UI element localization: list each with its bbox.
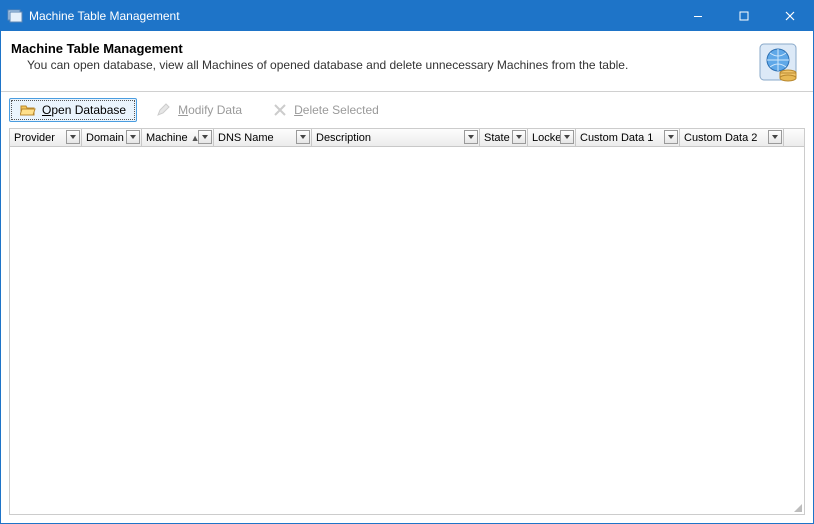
delete-x-icon	[272, 102, 288, 118]
column-header[interactable]: Machine▲	[142, 129, 214, 146]
maximize-button[interactable]	[721, 1, 767, 31]
window-title: Machine Table Management	[29, 9, 675, 23]
column-label: Machine	[146, 132, 188, 144]
filter-dropdown-icon[interactable]	[296, 130, 310, 144]
column-header[interactable]: Domain	[82, 129, 142, 146]
modify-data-label: Modify Data	[178, 103, 242, 117]
app-window: Machine Table Management Machine Table M…	[0, 0, 814, 524]
column-header[interactable]: Custom Data 1	[576, 129, 680, 146]
filter-dropdown-icon[interactable]	[664, 130, 678, 144]
close-button[interactable]	[767, 1, 813, 31]
modify-data-button: Modify Data	[145, 98, 253, 122]
column-header[interactable]: State	[480, 129, 528, 146]
column-header[interactable]: Provider	[10, 129, 82, 146]
filter-dropdown-icon[interactable]	[126, 130, 140, 144]
column-label: Description	[316, 132, 371, 144]
filter-dropdown-icon[interactable]	[66, 130, 80, 144]
app-icon	[7, 8, 23, 24]
folder-open-icon	[20, 102, 36, 118]
column-label: State	[484, 132, 510, 144]
column-header[interactable]: Custom Data 2	[680, 129, 784, 146]
column-label: Custom Data 2	[684, 132, 757, 144]
filter-dropdown-icon[interactable]	[768, 130, 782, 144]
pencil-icon	[156, 102, 172, 118]
titlebar[interactable]: Machine Table Management	[1, 1, 813, 31]
open-database-label: Open Database	[42, 103, 126, 117]
filter-dropdown-icon[interactable]	[560, 130, 574, 144]
column-header[interactable]: Description	[312, 129, 480, 146]
data-grid[interactable]: Provider Domain Machine▲ DNS Name Descriptio…	[9, 128, 805, 515]
column-headers: Provider Domain Machine▲ DNS Name Descriptio…	[10, 129, 804, 147]
column-label: Provider	[14, 132, 55, 144]
page-title: Machine Table Management	[11, 41, 747, 56]
filter-dropdown-icon[interactable]	[198, 130, 212, 144]
column-label: Custom Data 1	[580, 132, 653, 144]
column-header[interactable]: Locked	[528, 129, 576, 146]
globe-database-icon	[757, 41, 799, 83]
filter-dropdown-icon[interactable]	[464, 130, 478, 144]
delete-selected-label: Delete Selected	[294, 103, 379, 117]
delete-selected-button: Delete Selected	[261, 98, 390, 122]
filter-dropdown-icon[interactable]	[512, 130, 526, 144]
minimize-button[interactable]	[675, 1, 721, 31]
grid-body[interactable]	[10, 147, 804, 514]
column-label: Domain	[86, 132, 124, 144]
toolbar: Open Database Modify Data Delete Selecte…	[1, 92, 813, 128]
page-subtitle: You can open database, view all Machines…	[11, 58, 747, 72]
open-database-button[interactable]: Open Database	[9, 98, 137, 122]
column-label: DNS Name	[218, 132, 274, 144]
column-header[interactable]: DNS Name	[214, 129, 312, 146]
page-header: Machine Table Management You can open da…	[1, 31, 813, 91]
resize-grip[interactable]	[790, 500, 802, 512]
